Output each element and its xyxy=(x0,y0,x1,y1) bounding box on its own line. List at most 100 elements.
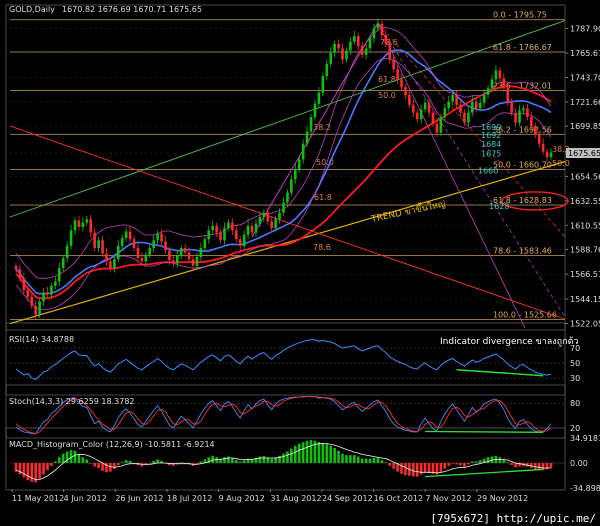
candle-body xyxy=(431,112,435,124)
price-tick-label: 1699.85 xyxy=(570,122,600,131)
price-tick-label: 1721.66 xyxy=(570,98,600,107)
macd-histogram-bar xyxy=(372,457,376,464)
macd-histogram-bar xyxy=(463,463,466,467)
macd-histogram-bar xyxy=(113,463,116,469)
macd-histogram-bar xyxy=(81,457,85,464)
candle-body xyxy=(81,222,85,227)
inner-fib-label: 50.0 xyxy=(552,159,570,168)
candle-body xyxy=(455,94,458,105)
candle-body xyxy=(459,104,462,113)
price-tick-label: 1765.67 xyxy=(570,49,600,58)
candle-body xyxy=(14,265,18,270)
macd-histogram-bar xyxy=(242,460,246,464)
macd-histogram-bar xyxy=(545,463,549,470)
inner-fib-label: 61.8 xyxy=(378,75,396,84)
panel-frames xyxy=(5,4,566,491)
macd-histogram-bar xyxy=(506,462,510,464)
candle-body xyxy=(38,301,41,315)
macd-histogram-bar xyxy=(57,457,61,464)
candle-body xyxy=(93,232,96,249)
candle-body xyxy=(234,230,238,240)
macd-histogram-bar xyxy=(227,456,230,464)
candle-body xyxy=(132,239,136,249)
candle-body xyxy=(215,225,218,233)
macd-histogram-bar xyxy=(101,463,104,471)
macd-histogram-bar xyxy=(42,463,45,475)
fib-level-label: 36.2 - 1692.56 xyxy=(493,125,552,134)
inner-fib-label: 61.8 xyxy=(314,193,332,202)
price-tick-label: 1566.51 xyxy=(570,270,600,279)
panel-frame-1 xyxy=(5,322,566,396)
trend-line xyxy=(9,160,566,325)
candle-body xyxy=(400,79,403,88)
candle-body xyxy=(26,290,30,297)
macd-histogram-bar xyxy=(439,463,443,472)
macd-histogram-bar xyxy=(364,458,368,464)
candle-body xyxy=(353,36,356,42)
macd-histogram-bar xyxy=(514,463,517,468)
candle-body xyxy=(388,43,392,60)
macd-histogram-bar xyxy=(447,463,451,466)
macd-histogram-bar xyxy=(109,463,112,472)
candle-body xyxy=(144,254,148,262)
candle-body xyxy=(474,101,478,109)
candle-body xyxy=(270,221,273,229)
candle-body xyxy=(533,125,537,135)
candle-body xyxy=(514,112,517,123)
stoch-divergence-line xyxy=(425,430,544,433)
candle-body xyxy=(356,36,360,47)
macd-histogram-bar xyxy=(215,457,218,464)
candle-body xyxy=(321,76,325,93)
macd-histogram-bar xyxy=(124,460,128,464)
candle-body xyxy=(120,238,124,246)
candle-body xyxy=(42,292,45,302)
macd-histogram-bar xyxy=(22,463,26,478)
macd-histogram-bar xyxy=(18,463,22,475)
macd-histogram-bar xyxy=(498,457,502,464)
rsi-tick-label: 50 xyxy=(570,359,580,368)
macd-histogram-bar xyxy=(325,444,329,464)
macd-histogram-bar xyxy=(211,455,214,464)
candle-body xyxy=(360,46,364,55)
chart-header-symbol: GOLD,Daily xyxy=(9,5,55,14)
macd-histogram-bar xyxy=(341,453,344,464)
candle-body xyxy=(427,102,431,113)
time-axis: 11 May 2012 4 Jun 2012 26 Jun 2012 18 Jul 2… xyxy=(11,489,528,503)
candle-body xyxy=(549,152,553,158)
rsi-header: RSI(14) 34.8788 xyxy=(9,335,74,344)
macd-histogram-bar xyxy=(510,463,513,466)
macd-histogram-bar xyxy=(50,463,53,466)
macd-histogram-bar xyxy=(404,463,407,476)
candle-body xyxy=(490,79,494,89)
macd-histogram-bar xyxy=(474,461,478,464)
candle-body xyxy=(518,110,521,123)
macd-histogram-bar xyxy=(61,453,65,464)
candle-body xyxy=(404,87,407,95)
candle-body xyxy=(408,94,411,105)
macd-histogram-bar xyxy=(199,461,203,464)
candle-body xyxy=(294,169,297,180)
macd-histogram-bar xyxy=(30,463,34,482)
fib-level-label: 78.6 - 1583.46 xyxy=(493,246,552,255)
macd-histogram-bar xyxy=(356,456,360,464)
candle-body xyxy=(219,232,222,241)
time-tick-label: 4 Jun 2012 xyxy=(64,494,107,503)
macd-histogram-bar xyxy=(478,460,482,464)
candle-body xyxy=(77,220,81,227)
candle-body xyxy=(250,225,254,233)
stoch-tick-label: 20 xyxy=(570,424,580,433)
macd-histogram-bar xyxy=(353,455,356,464)
candle-body xyxy=(368,38,372,49)
time-tick-label: 24 Sep 2012 xyxy=(322,494,373,503)
fib-level-label: 61.8 - 1766.67 xyxy=(493,43,552,52)
candle-body xyxy=(282,202,285,213)
inner-fib-label: 50.0 xyxy=(378,91,396,100)
macd-histogram-bar xyxy=(467,463,470,465)
inner-fib-label: 78.6 xyxy=(313,243,331,252)
candle-body xyxy=(506,88,510,102)
candle-body xyxy=(61,258,65,269)
candle-body xyxy=(364,48,368,55)
fib-level-label: 100.0 - 1525.66 xyxy=(493,310,557,319)
candle-body xyxy=(522,108,525,111)
candle-body xyxy=(73,220,77,231)
